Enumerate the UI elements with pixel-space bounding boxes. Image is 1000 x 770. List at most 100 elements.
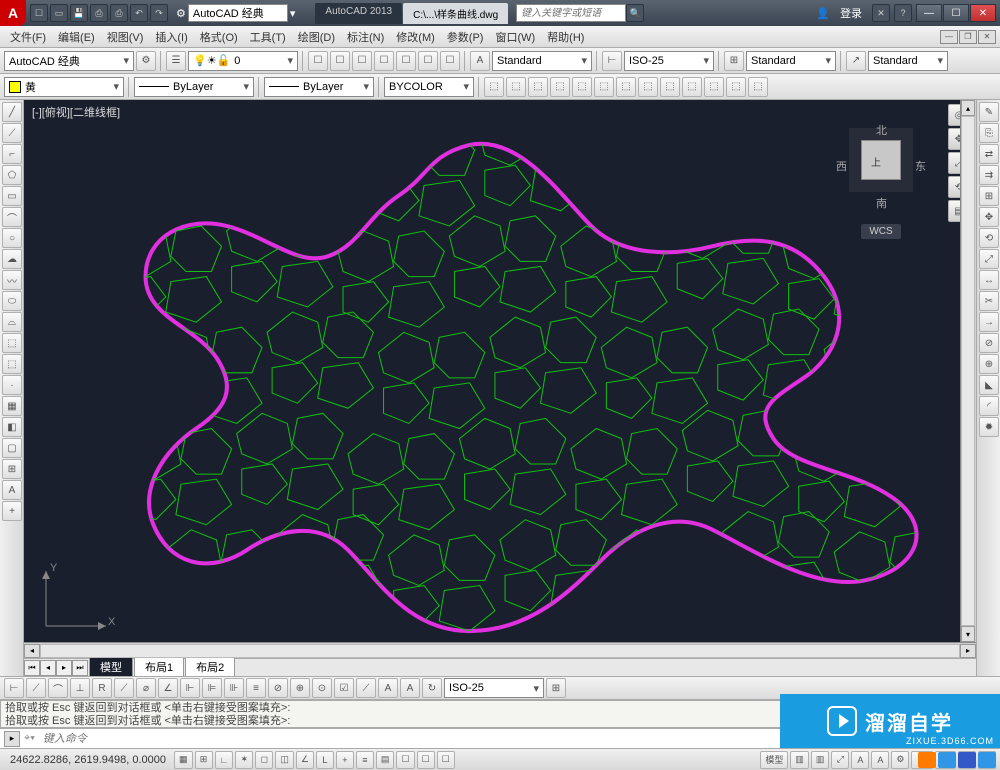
tb-icon-6[interactable]: ☐ [418, 51, 438, 71]
dimstyle-combo[interactable]: ISO-25▾ [624, 51, 714, 71]
user-icon[interactable]: 👤 [816, 7, 830, 20]
maximize-button[interactable]: ☐ [943, 4, 969, 22]
qat-saveas-icon[interactable]: ⎙ [90, 4, 108, 22]
tb-icon-7[interactable]: ☐ [440, 51, 460, 71]
menu-tools[interactable]: 工具(T) [244, 27, 292, 47]
ucs-icon[interactable]: X Y [36, 566, 116, 636]
scroll-right-icon[interactable]: ▸ [960, 644, 976, 658]
color-combo[interactable]: 黄▾ [4, 77, 124, 97]
menu-file[interactable]: 文件(F) [4, 27, 52, 47]
insert-tool-icon[interactable]: ⬚ [2, 333, 22, 353]
qat-redo-icon[interactable]: ↷ [150, 4, 168, 22]
dim-baseline-icon[interactable]: ⊫ [202, 678, 222, 698]
workspace-combo[interactable]: AutoCAD 经典▾ [4, 51, 134, 71]
plotstyle-combo[interactable]: BYCOLOR▾ [384, 77, 474, 97]
chevron-down-icon[interactable]: ▾ [290, 7, 296, 20]
dimupdate-icon[interactable]: ↻ [422, 678, 442, 698]
dim-radius-icon[interactable]: R [92, 678, 112, 698]
close-button[interactable]: ✕ [970, 4, 996, 22]
table-tool-icon[interactable]: ⊞ [2, 459, 22, 479]
dim-ordinate-icon[interactable]: ⊥ [70, 678, 90, 698]
viewcube-east[interactable]: 东 [915, 158, 926, 174]
mdi-restore-button[interactable]: ❐ [959, 30, 977, 44]
viewcube-north[interactable]: 北 [876, 122, 887, 138]
xline-tool-icon[interactable]: ⟋ [2, 123, 22, 143]
annoauto-icon[interactable]: A [871, 751, 889, 769]
viewcube-south[interactable]: 南 [876, 195, 887, 211]
tb2-icon-10[interactable]: ⬚ [682, 77, 702, 97]
menu-param[interactable]: 参数(P) [441, 27, 490, 47]
workspace-field[interactable] [188, 4, 288, 22]
menu-modify[interactable]: 修改(M) [390, 27, 441, 47]
lwt-toggle[interactable]: ≡ [356, 751, 374, 769]
quickview-drawings-icon[interactable]: ▥ [811, 751, 830, 769]
hatch-pattern[interactable] [24, 106, 941, 631]
vscroll-track[interactable] [961, 116, 975, 626]
mleaderstyle-icon[interactable]: ↗ [846, 51, 866, 71]
hscroll-track[interactable] [40, 644, 960, 658]
tab-layout2[interactable]: 布局2 [185, 658, 235, 677]
explode-tool-icon[interactable]: ✹ [979, 417, 999, 437]
viewcube-top[interactable]: 上 [871, 154, 881, 169]
tab-next-icon[interactable]: ▸ [56, 660, 72, 676]
menu-edit[interactable]: 编辑(E) [52, 27, 101, 47]
tb-icon-3[interactable]: ☐ [352, 51, 372, 71]
menu-view[interactable]: 视图(V) [101, 27, 150, 47]
viewcube-west[interactable]: 西 [836, 158, 847, 174]
lineweight-combo[interactable]: ByLayer▾ [134, 77, 254, 97]
layer-manager-icon[interactable]: ☰ [166, 51, 186, 71]
dimedit-icon[interactable]: A [378, 678, 398, 698]
block-editor-icon[interactable]: ⬚ [528, 77, 548, 97]
model-toggle[interactable]: 模型 [760, 751, 788, 769]
qat-new-icon[interactable]: ☐ [30, 4, 48, 22]
copy-tool-icon[interactable]: ⎘ [979, 123, 999, 143]
tab-last-icon[interactable]: ⏭ [72, 660, 88, 676]
tab-model[interactable]: 模型 [89, 658, 133, 677]
arc-tool-icon[interactable]: ⌒ [2, 207, 22, 227]
revcloud-tool-icon[interactable]: ☁ [2, 249, 22, 269]
tb-icon-1[interactable]: ☐ [308, 51, 328, 71]
mleaderstyle-combo[interactable]: Standard▾ [868, 51, 948, 71]
search-icon[interactable]: 🔍 [626, 4, 644, 22]
ortho-toggle[interactable]: ∟ [215, 751, 234, 769]
qp-toggle[interactable]: ☐ [396, 751, 414, 769]
dim-continue-icon[interactable]: ⊪ [224, 678, 244, 698]
menu-format[interactable]: 格式(O) [194, 27, 244, 47]
qat-print-icon[interactable]: ⎙ [110, 4, 128, 22]
gradient-tool-icon[interactable]: ◧ [2, 417, 22, 437]
region-tool-icon[interactable]: ▢ [2, 438, 22, 458]
dim-aligned-icon[interactable]: ⟋ [26, 678, 46, 698]
viewport-label[interactable]: [-][俯视][二维线框] [32, 104, 120, 120]
tb2-icon-13[interactable]: ⬚ [748, 77, 768, 97]
menu-help[interactable]: 帮助(H) [541, 27, 590, 47]
search-input[interactable] [516, 4, 626, 22]
title-tab-file[interactable]: C:\...\样条曲线.dwg [403, 3, 508, 24]
tpy-toggle[interactable]: ▤ [376, 751, 395, 769]
dyn-toggle[interactable]: + [336, 751, 354, 769]
scroll-left-icon[interactable]: ◂ [24, 644, 40, 658]
login-link[interactable]: 登录 [834, 5, 868, 21]
polar-toggle[interactable]: ✶ [235, 751, 253, 769]
polyline-tool-icon[interactable]: ⌐ [2, 144, 22, 164]
dimstyle-icon[interactable]: ⊢ [602, 51, 622, 71]
annoscale-icon[interactable]: ⤢ [831, 751, 849, 769]
title-tab-app[interactable]: AutoCAD 2013 [315, 3, 402, 24]
status-coords[interactable]: 24622.8286, 2619.9498, 0.0000 [4, 754, 172, 766]
tablestyle-combo[interactable]: Standard▾ [746, 51, 836, 71]
tb2-icon-6[interactable]: ⬚ [594, 77, 614, 97]
chamfer-tool-icon[interactable]: ◣ [979, 375, 999, 395]
tablestyle-icon[interactable]: ⊞ [724, 51, 744, 71]
inspect-icon[interactable]: ☑ [334, 678, 354, 698]
dim-angular-icon[interactable]: ∠ [158, 678, 178, 698]
dim-arc-icon[interactable]: ⌒ [48, 678, 68, 698]
mirror-tool-icon[interactable]: ⇄ [979, 144, 999, 164]
trim-tool-icon[interactable]: ✂ [979, 291, 999, 311]
tb2-icon-12[interactable]: ⬚ [726, 77, 746, 97]
dimstyle-combo-2[interactable]: ISO-25▾ [444, 678, 544, 698]
menu-draw[interactable]: 绘图(D) [292, 27, 341, 47]
dimstyle-manager-icon[interactable]: ⊞ [546, 678, 566, 698]
app-logo-icon[interactable]: A [0, 0, 26, 26]
annovis-icon[interactable]: A [851, 751, 869, 769]
mtext-tool-icon[interactable]: A [2, 480, 22, 500]
qat-open-icon[interactable]: ▭ [50, 4, 68, 22]
